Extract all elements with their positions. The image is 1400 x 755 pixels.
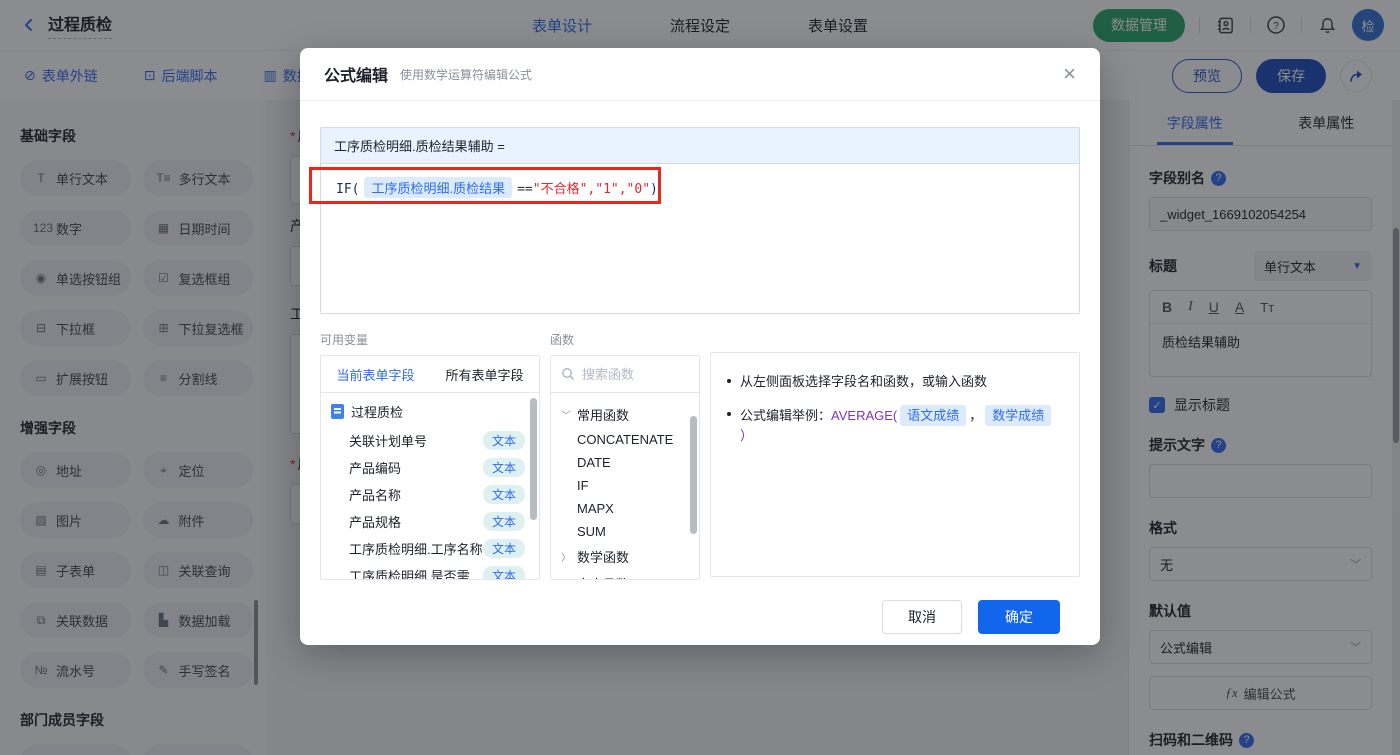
function-group-label: 常用函数 [577, 408, 630, 423]
function-group-label: 数学函数 [577, 550, 630, 565]
function-group[interactable]: 〉数学函数 [561, 543, 695, 570]
variable-name: 产品编码 [349, 461, 402, 476]
function-search[interactable] [551, 356, 699, 393]
formula-function: IF( [336, 182, 360, 197]
example-function: AVERAGE( [831, 407, 898, 423]
help-tip-1-text: 从左侧面板选择字段名和函数，或输入函数 [740, 374, 988, 389]
functions-label: 函数 [550, 333, 575, 347]
function-search-input[interactable] [582, 366, 682, 382]
formula-field-chip[interactable]: 工序质检明细.质检结果 [364, 177, 513, 198]
bullet-icon [727, 379, 731, 383]
variable-name: 工序质检明细.工序名称 [349, 542, 483, 557]
function-item[interactable]: MAPX [561, 497, 695, 520]
variable-row[interactable]: 关联计划单号 文本 [331, 427, 525, 454]
help-tip-2: 公式编辑举例：AVERAGE(语文成绩，数学成绩） [727, 404, 1063, 446]
type-badge: 文本 [482, 512, 525, 531]
variable-row[interactable]: 工序质检明细.工序名称 文本 [331, 535, 525, 562]
function-item[interactable]: CONCATENATE [561, 428, 695, 451]
example-chip-1: 语文成绩 [900, 404, 967, 426]
form-doc-icon [331, 404, 344, 419]
variable-row[interactable]: 工序质检明细.是否需... 文本 [331, 562, 525, 580]
type-badge: 文本 [482, 566, 525, 579]
formula-strings: "不合格","1","0" [532, 182, 651, 197]
variables-tab[interactable]: 当前表单字段 [321, 356, 430, 392]
form-root-label: 过程质检 [351, 405, 404, 420]
formula-editor-modal: 公式编辑 使用数学运算符编辑公式 × 工序质检明细.质检结果辅助 = IF(工序… [300, 48, 1100, 645]
variable-row[interactable]: 产品规格 文本 [331, 508, 525, 535]
variables-tabs: 当前表单字段 所有表单字段 [321, 356, 539, 393]
formula-box: 工序质检明细.质检结果辅助 = IF( 工序质检明细.质检结果 =="不合格","1… [309, 127, 1080, 314]
modal-title: 公式编辑 [324, 68, 389, 85]
variables-tab[interactable]: 所有表单字段 [430, 356, 539, 392]
form-root-node[interactable]: 过程质检 [331, 402, 525, 421]
variable-name: 工序质检明细.是否需... [349, 569, 481, 580]
variable-list: 关联计划单号 文本 产品编码 文本 产品名称 文本 产品规格 文本 工序质检明细.工序名称 文本工… [331, 427, 525, 580]
variables-panel: 当前表单字段 所有表单字段 过程质检 关联计划单号 文本 产品编码 文本 产品名称 文本 产品… [320, 355, 540, 580]
function-item[interactable]: IF [561, 474, 695, 497]
formula-target: 工序质检明细.质检结果辅助 = [321, 128, 1079, 164]
functions-panel: ﹀常用函数CONCATENATEDATEIFMAPXSUM〉数学函数〉文本函数 [550, 355, 700, 580]
type-badge: 文本 [482, 458, 525, 477]
variables-label: 可用变量 [320, 333, 369, 347]
function-item[interactable]: SUM [561, 520, 695, 543]
variable-name: 产品规格 [349, 515, 402, 530]
functions-scrollbar[interactable] [690, 416, 697, 534]
variables-scrollbar[interactable] [530, 398, 537, 520]
help-spacer [710, 331, 1080, 345]
help-tip-1: 从左侧面板选择字段名和函数，或输入函数 [727, 372, 1063, 392]
variable-name: 产品名称 [349, 488, 402, 503]
confirm-button[interactable]: 确定 [978, 600, 1060, 634]
example-chip-2: 数学成绩 [985, 404, 1052, 426]
search-icon [561, 367, 575, 381]
chevron-right-icon: 〉 [561, 576, 571, 579]
type-badge: 文本 [482, 485, 525, 504]
formula-editor[interactable]: IF( 工序质检明细.质检结果 =="不合格","1","0") [309, 164, 1079, 313]
cancel-button[interactable]: 取消 [882, 600, 962, 634]
formula-operator: == [517, 182, 533, 197]
function-item[interactable]: DATE [561, 451, 695, 474]
function-tree: ﹀常用函数CONCATENATEDATEIFMAPXSUM〉数学函数〉文本函数 [551, 393, 699, 579]
variable-row[interactable]: 产品编码 文本 [331, 454, 525, 481]
formula-help-panel: 从左侧面板选择字段名和函数，或输入函数 公式编辑举例：AVERAGE(语文成绩，… [710, 352, 1080, 577]
chevron-right-icon: 〉 [561, 553, 571, 564]
formula-close-paren: ) [650, 182, 658, 197]
close-icon[interactable]: × [1063, 63, 1076, 85]
type-badge: 文本 [482, 431, 525, 450]
variable-row[interactable]: 产品名称 文本 [331, 481, 525, 508]
bullet-icon [727, 411, 731, 416]
chevron-down-icon: ﹀ [561, 411, 571, 422]
function-group-label: 文本函数 [577, 574, 629, 579]
help-tip-2-text: 公式编辑举例：AVERAGE(语文成绩，数学成绩） [740, 404, 1063, 446]
function-group[interactable]: ﹀ 常用函数 [561, 401, 695, 428]
type-badge: 文本 [482, 539, 525, 558]
variable-name: 关联计划单号 [349, 434, 428, 449]
function-group[interactable]: 〉 文本函数 [561, 570, 695, 579]
formula-expression[interactable]: IF( 工序质检明细.质检结果 =="不合格","1","0") [309, 164, 1079, 211]
modal-subtitle: 使用数学运算符编辑公式 [400, 67, 533, 82]
